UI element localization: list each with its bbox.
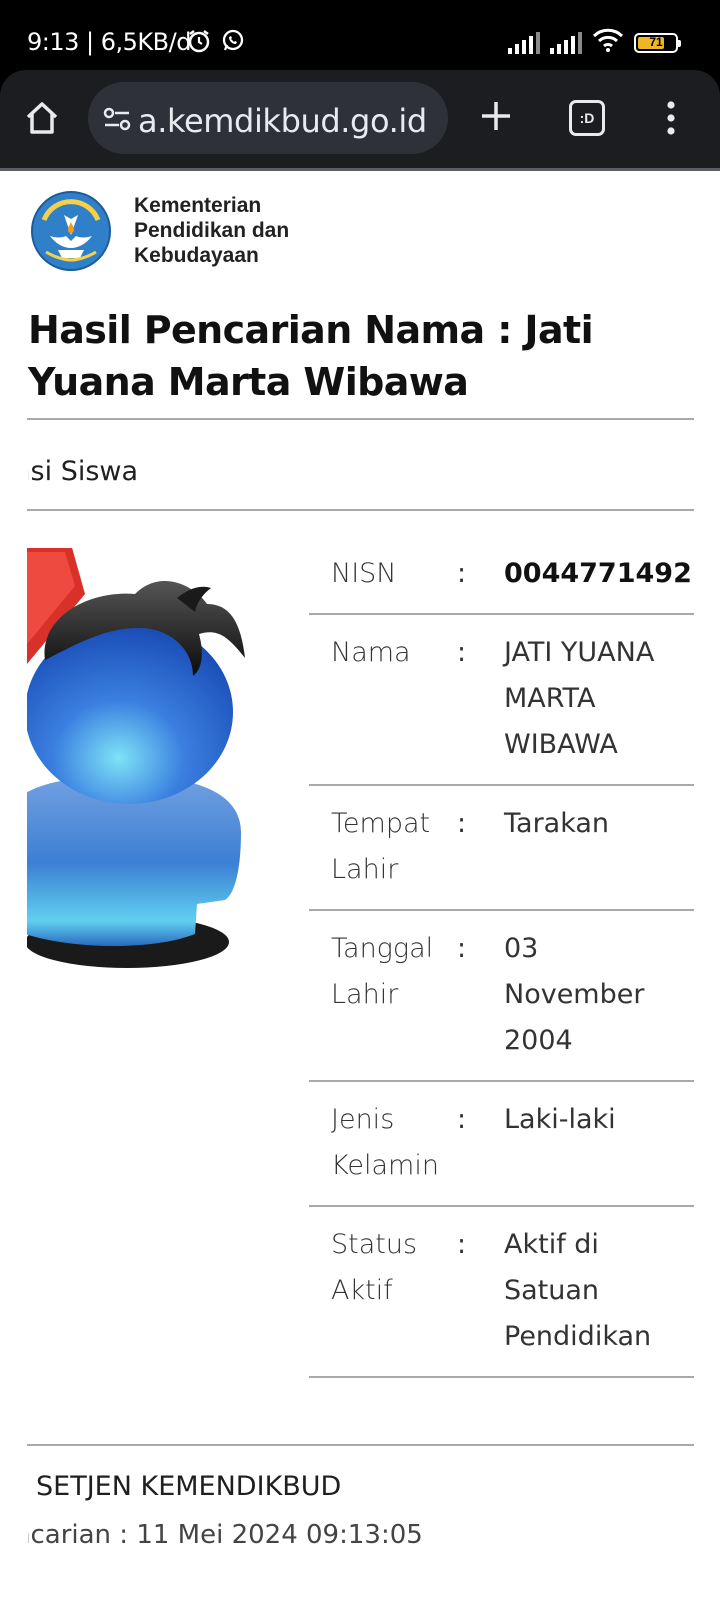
info-separator: :: [457, 558, 467, 589]
section-label: asi Siswa: [14, 456, 139, 487]
info-row-nama: Nama : JATI YUANA MARTA WIBAWA: [309, 615, 694, 786]
info-key: Jenis Kelamin: [331, 1104, 439, 1181]
info-row-tempat-lahir: Tempat Lahir : Tarakan: [309, 786, 694, 911]
more-vert-icon: [667, 101, 675, 135]
info-row-tanggal-lahir: Tanggal Lahir : 03 November 2004: [309, 911, 694, 1082]
section-divider: [27, 509, 694, 511]
info-value-nisn: 0044771492: [504, 558, 692, 589]
whatsapp-icon: [220, 28, 246, 59]
more-menu-button[interactable]: [663, 98, 679, 138]
student-info-table: NISN : 0044771492 Nama : JATI YUANA MART…: [309, 536, 694, 1378]
home-icon: [26, 102, 58, 134]
footer-org: SETJEN KEMENDIKBUD: [36, 1471, 342, 1502]
student-avatar: [27, 548, 287, 988]
new-tab-button[interactable]: [476, 96, 516, 136]
browser-toolbar: a.kemdikbud.go.id :D: [0, 70, 720, 170]
tut-wuri-handayani-logo: [30, 190, 112, 272]
battery-level: 71: [649, 34, 663, 49]
info-separator: :: [457, 1104, 467, 1135]
toolbar-divider: [0, 168, 720, 171]
wifi-icon: [592, 28, 624, 57]
plus-icon: [482, 102, 510, 130]
tab-switcher-button[interactable]: :D: [569, 100, 605, 136]
home-button[interactable]: [22, 98, 62, 138]
footer-divider: [27, 1444, 694, 1446]
tabs-icon-label: :D: [579, 110, 595, 126]
info-value-jenis-kelamin: Laki-laki: [504, 1104, 616, 1135]
ministry-name-line3: Kebudayaan: [134, 244, 259, 267]
info-separator: :: [457, 808, 467, 839]
info-separator: :: [457, 933, 467, 964]
info-row-jenis-kelamin: Jenis Kelamin : Laki-laki: [309, 1082, 694, 1207]
ministry-name-line2: Pendidikan dan: [134, 219, 290, 242]
status-left-icons: [186, 28, 246, 59]
page-title: Hasil Pencarian Nama : Jati Yuana Marta …: [28, 308, 594, 404]
info-value-status-aktif: Aktif di Satuan Pendidikan: [504, 1229, 652, 1352]
site-settings-icon[interactable]: [102, 104, 132, 134]
info-key: Tanggal Lahir: [331, 933, 434, 1010]
info-key: Nama: [331, 637, 411, 668]
address-bar[interactable]: a.kemdikbud.go.id: [88, 82, 448, 154]
ministry-name-line1: Kementerian: [134, 194, 262, 217]
status-right-icons: 71: [508, 28, 681, 57]
signal-icon: [550, 31, 582, 54]
info-key: Tempat Lahir: [331, 808, 431, 885]
info-separator: :: [457, 1229, 467, 1260]
url-text: a.kemdikbud.go.id: [138, 102, 427, 140]
status-time: 9:13 | 6,5KB/d: [27, 28, 191, 56]
battery-icon: 71: [634, 32, 681, 53]
info-key: Status Aktif: [331, 1229, 418, 1306]
info-row-status-aktif: Status Aktif : Aktif di Satuan Pendidika…: [309, 1207, 694, 1378]
info-value-nama: JATI YUANA MARTA WIBAWA: [504, 637, 655, 760]
alarm-icon: [186, 28, 212, 59]
signal-icon: [508, 31, 540, 54]
info-key: NISN: [331, 558, 397, 589]
search-timestamp: ncarian : 11 Mei 2024 09:13:05: [14, 1520, 423, 1550]
info-value-tanggal-lahir: 03 November 2004: [504, 933, 645, 1056]
ministry-name: Kementerian Pendidikan dan Kebudayaan: [134, 193, 289, 268]
title-divider: [27, 418, 694, 420]
info-value-tempat-lahir: Tarakan: [504, 808, 610, 839]
status-bar: 9:13 | 6,5KB/d 71: [0, 0, 720, 70]
info-separator: :: [457, 637, 467, 668]
info-row-nisn: NISN : 0044771492: [309, 536, 694, 615]
